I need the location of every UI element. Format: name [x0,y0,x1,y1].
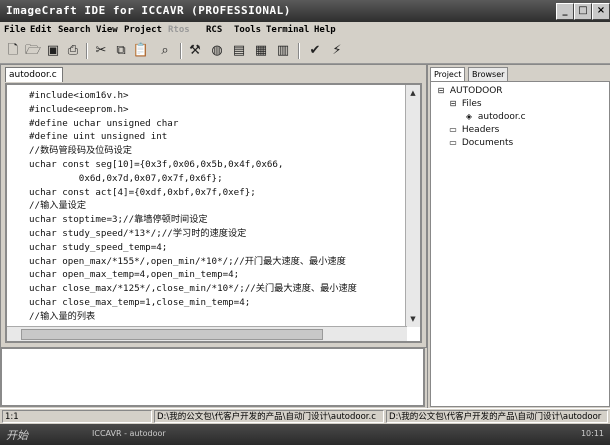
editor-panel: autodoor.c #include<iom16v.h> #include<ee… [0,64,427,348]
code-line[interactable]: uchar const seg[10]={0x3f,0x06,0x5b,0x4f… [29,158,401,172]
cursor-position: 1:1 [2,410,152,423]
tab-project[interactable]: Project [430,67,466,81]
tree-file[interactable]: ◈ autodoor.c [463,112,526,122]
folder-icon: ▭ [449,125,457,134]
code-line[interactable]: uchar close_max/*125*/,close_min/*10*/;/… [29,282,401,296]
tree-documents[interactable]: ▭ Documents [447,138,513,148]
tree-files[interactable]: ⊟ Files [447,99,482,109]
scroll-up-icon[interactable]: ▲ [407,87,419,99]
project-panel: Project Browser ⊟ AUTODOOR ⊟ Files ◈ aut… [427,64,610,409]
open-folder-icon[interactable]: 🗁 [24,42,42,60]
toolbar-separator [298,43,300,59]
code-editor[interactable]: #include<iom16v.h> #include<eeprom.h> #def… [5,83,422,343]
folder-open-icon: ⊟ [449,99,457,108]
menu-terminal[interactable]: Terminal [266,25,309,35]
project-icon: ⊟ [437,86,445,95]
menu-view[interactable]: View [96,25,118,35]
code-text[interactable]: #include<iom16v.h> #include<eeprom.h> #def… [29,89,401,325]
code-line[interactable]: uchar stoptime=3;//靠墙停顿时间设定 [29,213,401,227]
folder-icon: ▭ [449,138,457,147]
menu-bar: File Edit Search View Project Rtos RCS T… [0,23,610,39]
maximize-button[interactable]: □ [574,3,592,20]
code-line[interactable]: #include<eeprom.h> [29,103,401,117]
code-line[interactable]: #define uchar unsigned char [29,117,401,131]
code-line[interactable]: //输入量设定 [29,199,401,213]
options-icon[interactable]: ▥ [274,42,292,60]
output-panel[interactable] [0,347,425,407]
copy-icon[interactable]: ⧉ [112,42,130,60]
documents-label: Documents [461,138,514,148]
menu-rcs[interactable]: RCS [206,25,222,35]
menu-help[interactable]: Help [314,25,336,35]
code-line[interactable]: uchar close_max_temp=1,close_min_temp=4; [29,296,401,310]
terminal-icon[interactable]: ▤ [230,42,248,60]
title-bar: ImageCraft IDE for ICCAVR (PROFESSIONAL)… [0,0,610,22]
minimize-button[interactable]: _ [556,3,574,20]
code-line[interactable]: uchar const act[4]={0xdf,0xbf,0x7f,0xef}… [29,186,401,200]
code-line[interactable]: uchar study_speed_temp=4; [29,241,401,255]
code-line[interactable]: #define uint unsigned int [29,130,401,144]
tab-label: autodoor.c [9,70,57,80]
scroll-thumb[interactable] [21,329,323,340]
code-line[interactable]: uchar open_max_temp=4,open_min_temp=4; [29,268,401,282]
chip-icon[interactable]: ▦ [252,42,270,60]
window-title: ImageCraft IDE for ICCAVR (PROFESSIONAL) [6,4,291,17]
taskbar-item[interactable]: ICCAVR - autodoor [92,429,166,438]
toolbar: 🗋 🗁 ▣ ⎙ ✂ ⧉ 📋 ⌕ ⚒ ◍ ▤ ▦ ▥ ✔ ⚡ [0,39,610,64]
status-path-2: D:\我的公文包\代客户开发的产品\自动门设计\autodoor [386,410,608,423]
headers-label: Headers [461,125,500,135]
menu-project[interactable]: Project [124,25,162,35]
menu-file[interactable]: File [4,25,26,35]
toolbar-separator [180,43,182,59]
code-line[interactable]: uint const stoptime_tab[10]={500,1000,20… [29,324,401,326]
clock: 10:11 [580,429,604,438]
menu-rtos[interactable]: Rtos [168,25,190,35]
taskbar: 开始 ICCAVR - autodoor 10:11 [0,424,610,445]
menu-search[interactable]: Search [58,25,91,35]
save-icon[interactable]: ▣ [44,42,62,60]
tab-browser[interactable]: Browser [468,67,509,81]
code-line[interactable]: uchar open_max/*155*/,open_min/*10*/;//开… [29,255,401,269]
horizontal-scrollbar[interactable] [7,326,407,341]
globe-icon[interactable]: ◍ [208,42,226,60]
build-icon[interactable]: ⚒ [186,42,204,60]
print-icon[interactable]: ⎙ [64,42,82,60]
clean-icon[interactable]: ✔ [306,42,324,60]
status-path-1: D:\我的公文包\代客户开发的产品\自动门设计\autodoor.c [154,410,384,423]
code-line[interactable]: #include<iom16v.h> [29,89,401,103]
file-label: autodoor.c [477,112,526,122]
program-icon[interactable]: ⚡ [328,42,346,60]
close-button[interactable]: × [592,3,610,20]
root-label: AUTODOOR [449,86,503,96]
start-button[interactable]: 开始 [6,427,28,443]
files-label: Files [461,99,482,109]
menu-edit[interactable]: Edit [30,25,52,35]
tab-autodoor[interactable]: autodoor.c [5,67,63,82]
file-icon: ◈ [465,112,473,121]
code-line[interactable]: //输入量的列表 [29,310,401,324]
code-line[interactable]: uchar study_speed/*13*/;//学习时的速度设定 [29,227,401,241]
status-bar: 1:1 D:\我的公文包\代客户开发的产品\自动门设计\autodoor.c D… [0,408,610,425]
scroll-down-icon[interactable]: ▼ [407,313,419,325]
code-line[interactable]: //数码管段码及位码设定 [29,144,401,158]
tree-headers[interactable]: ▭ Headers [447,125,499,135]
paste-icon[interactable]: 📋 [132,42,150,60]
code-line[interactable]: 0x6d,0x7d,0x07,0x7f,0x6f}; [29,172,401,186]
menu-tools[interactable]: Tools [234,25,261,35]
vertical-scrollbar[interactable]: ▲ ▼ [405,85,420,327]
toolbar-separator [86,43,88,59]
tree-root[interactable]: ⊟ AUTODOOR [435,86,503,96]
new-file-icon[interactable]: 🗋 [4,42,22,60]
project-tree: ⊟ AUTODOOR ⊟ Files ◈ autodoor.c ▭ Header… [430,81,610,407]
find-icon[interactable]: ⌕ [156,42,174,60]
cut-icon[interactable]: ✂ [92,42,110,60]
